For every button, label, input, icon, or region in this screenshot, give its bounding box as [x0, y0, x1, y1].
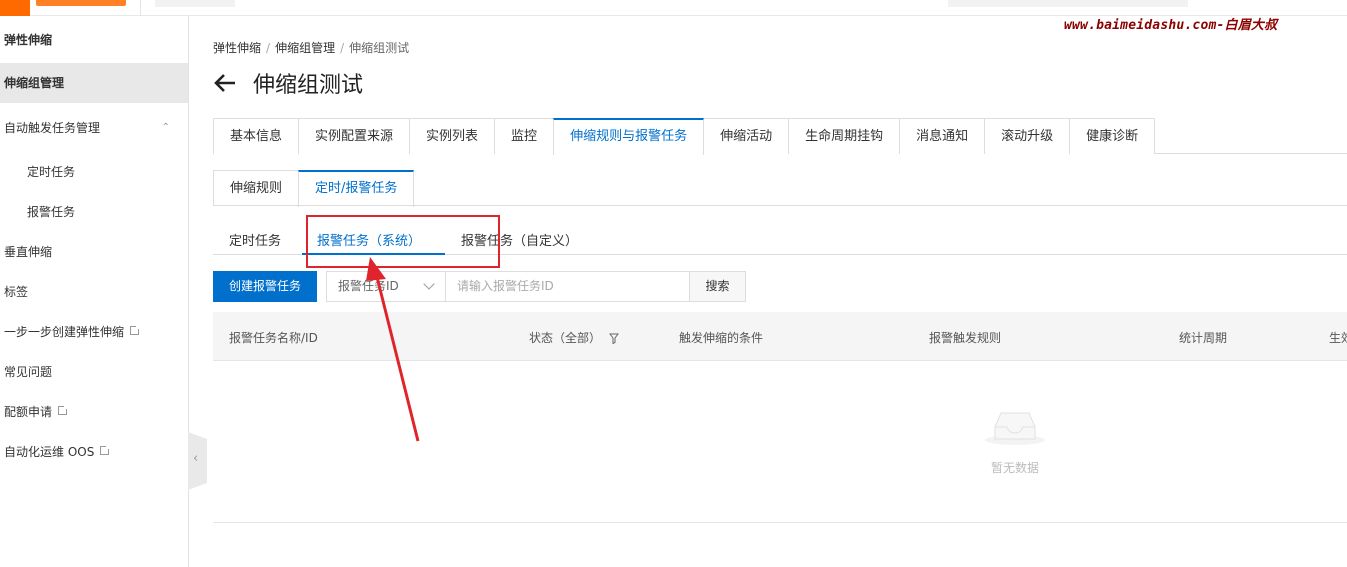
sidebar-item-label: 自动触发任务管理 — [4, 121, 101, 135]
column-header-trigger-rule: 报警触发规则 — [929, 331, 1002, 345]
tab-rolling-upgrade[interactable]: 滚动升级 — [984, 118, 1071, 154]
sidebar: 弹性伸缩 伸缩组管理 自动触发任务管理 ⌃ 定时任务 报警任务 垂直伸缩 标签 … — [0, 16, 189, 567]
sidebar-item-oos[interactable]: 自动化运维 OOS — [0, 432, 188, 472]
sidebar-item-scaling-groups[interactable]: 伸缩组管理 — [0, 63, 188, 103]
chevron-up-icon: ⌃ — [161, 122, 170, 133]
sidebar-item-faq[interactable]: 常见问题 — [0, 352, 188, 392]
top-nav-placeholder[interactable] — [155, 0, 235, 7]
tab-rules-and-alarms[interactable]: 伸缩规则与报警任务 — [553, 118, 705, 155]
toolbar: 创建报警任务 报警任务ID 请输入报警任务ID 搜索 — [213, 271, 747, 302]
breadcrumb-separator: / — [266, 41, 271, 55]
external-link-icon — [130, 324, 142, 335]
sidebar-item-alarm-tasks[interactable]: 报警任务 — [0, 192, 188, 232]
column-header-label: 状态（全部） — [529, 331, 602, 345]
tab-instance-list[interactable]: 实例列表 — [409, 118, 496, 154]
tab-scaling-activities[interactable]: 伸缩活动 — [703, 118, 790, 154]
sidebar-item-label: 自动化运维 OOS — [4, 445, 95, 459]
top-search-placeholder[interactable] — [948, 0, 1188, 7]
tab-basic-info[interactable]: 基本信息 — [213, 118, 300, 154]
sidebar-item-label: 配额申请 — [4, 405, 53, 419]
column-header-effective: 生效 — [1329, 331, 1347, 345]
title-row: 伸缩组测试 — [213, 66, 363, 100]
primary-tabs: 基本信息 实例配置来源 实例列表 监控 伸缩规则与报警任务 伸缩活动 生命周期挂… — [213, 118, 1347, 155]
sidebar-item-scheduled-tasks[interactable]: 定时任务 — [0, 152, 188, 192]
create-alarm-task-button[interactable]: 创建报警任务 — [213, 271, 318, 302]
tab-scheduled-tasks[interactable]: 定时任务 — [229, 230, 281, 249]
breadcrumb-item[interactable]: 弹性伸缩 — [213, 41, 261, 55]
search-button[interactable]: 搜索 — [690, 271, 747, 302]
tab-scheduled-alarm-tasks[interactable]: 定时/报警任务 — [298, 170, 415, 207]
secondary-tabs: 伸缩规则 定时/报警任务 — [213, 170, 1347, 207]
divider — [140, 0, 141, 16]
tab-monitoring[interactable]: 监控 — [494, 118, 555, 154]
breadcrumb-current: 伸缩组测试 — [349, 41, 410, 55]
back-arrow-icon[interactable] — [213, 71, 237, 95]
column-header-period: 统计周期 — [1179, 331, 1228, 345]
column-header-condition: 触发伸缩的条件 — [679, 331, 764, 345]
logo[interactable] — [0, 0, 30, 16]
filter-icon[interactable] — [608, 333, 619, 344]
search-input[interactable]: 请输入报警任务ID — [445, 271, 691, 302]
breadcrumb-separator: / — [340, 41, 345, 55]
sidebar-item-label: 一步一步创建弹性伸缩 — [4, 325, 125, 339]
sidebar-item-quota[interactable]: 配额申请 — [0, 392, 188, 432]
external-link-icon — [100, 444, 112, 455]
breadcrumb: 弹性伸缩 / 伸缩组管理 / 伸缩组测试 — [213, 39, 409, 56]
sidebar-header: 弹性伸缩 — [4, 33, 53, 47]
annotation-arrow-icon — [366, 257, 420, 442]
sidebar-item-vertical-scaling[interactable]: 垂直伸缩 — [0, 232, 188, 272]
tab-scaling-rules[interactable]: 伸缩规则 — [213, 170, 300, 206]
page-title: 伸缩组测试 — [253, 73, 364, 98]
tab-notifications[interactable]: 消息通知 — [899, 118, 986, 154]
sidebar-collapse-handle[interactable]: ‹ — [188, 432, 207, 490]
column-header-status[interactable]: 状态（全部） — [529, 329, 619, 346]
breadcrumb-item[interactable]: 伸缩组管理 — [275, 41, 335, 55]
chevron-left-icon: ‹ — [193, 451, 199, 466]
external-link-icon — [58, 404, 70, 415]
sidebar-item-auto-tasks[interactable]: 自动触发任务管理 ⌃ — [0, 108, 188, 148]
empty-inbox-icon — [985, 412, 1045, 445]
tab-health-check[interactable]: 健康诊断 — [1069, 118, 1156, 154]
sidebar-item-tags[interactable]: 标签 — [0, 272, 188, 312]
tab-lifecycle-hooks[interactable]: 生命周期挂钩 — [788, 118, 901, 154]
logo-text — [36, 0, 126, 6]
watermark: www.baimeidashu.com-白眉大叔 — [1064, 18, 1278, 33]
tab-instance-config[interactable]: 实例配置来源 — [298, 118, 411, 154]
empty-text: 暂无数据 — [991, 461, 1040, 475]
sidebar-item-tutorial[interactable]: 一步一步创建弹性伸缩 — [0, 312, 188, 352]
column-header-name: 报警任务名称/ID — [229, 331, 318, 345]
